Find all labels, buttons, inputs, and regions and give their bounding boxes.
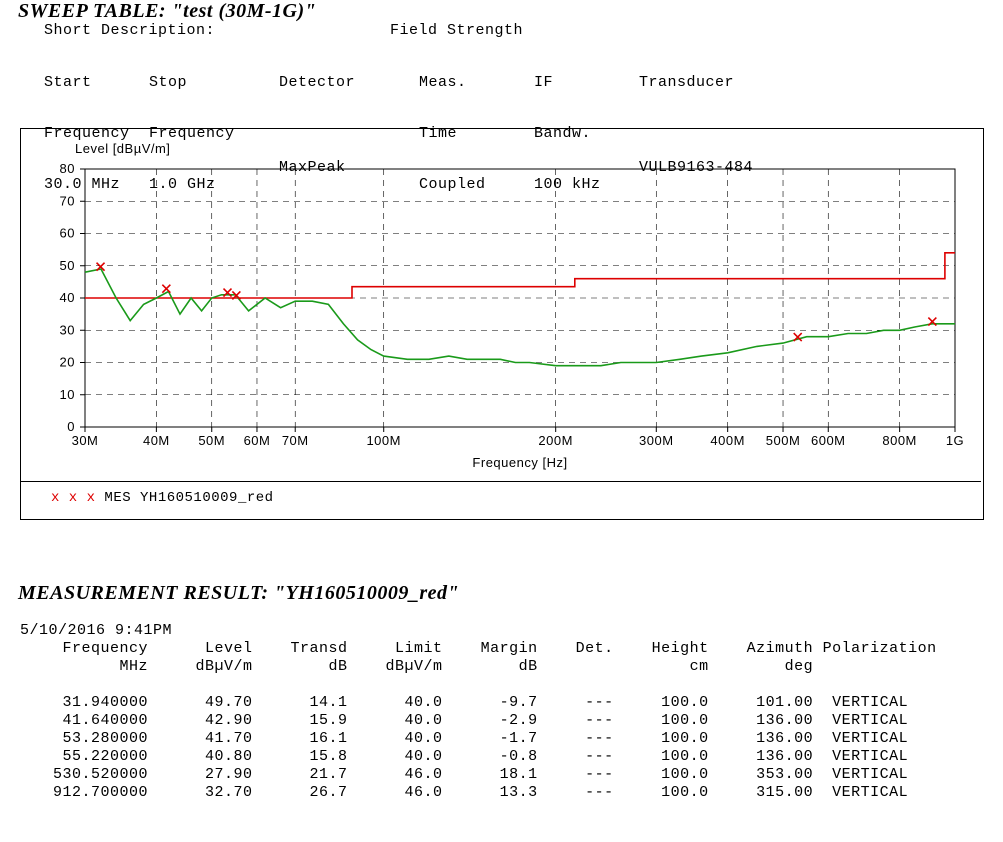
- svg-text:500M: 500M: [766, 433, 801, 448]
- legend-marker: x x x: [51, 490, 96, 506]
- svg-text:80: 80: [60, 161, 75, 176]
- legend-label: MES YH160510009_red: [104, 490, 273, 506]
- col-meas-h1: Meas.: [419, 74, 534, 91]
- svg-text:60M: 60M: [244, 433, 271, 448]
- short-description-value: Field Strength: [390, 22, 523, 39]
- svg-text:50M: 50M: [198, 433, 225, 448]
- chart-legend: x x x MES YH160510009_red: [21, 481, 981, 518]
- svg-text:400M: 400M: [710, 433, 745, 448]
- measurement-table-units: MHz dBµV/m dB dBµV/m dB cm deg: [34, 658, 965, 675]
- svg-text:Frequency [Hz]: Frequency [Hz]: [472, 455, 567, 470]
- svg-text:300M: 300M: [639, 433, 674, 448]
- svg-text:20: 20: [60, 355, 75, 370]
- col-stop-h1: Stop: [149, 74, 279, 91]
- measurement-table-header: Frequency Level Transd Limit Margin Det.…: [34, 640, 965, 657]
- col-start-h1: Start: [44, 74, 149, 91]
- svg-text:1G: 1G: [946, 433, 964, 448]
- col-trans-h1: Transducer: [639, 74, 753, 91]
- svg-text:800M: 800M: [882, 433, 917, 448]
- measurement-table-body: 31.940000 49.70 14.1 40.0 -9.7 --- 100.0…: [34, 694, 965, 802]
- svg-text:100M: 100M: [366, 433, 401, 448]
- svg-text:30: 30: [60, 322, 75, 337]
- svg-text:30M: 30M: [72, 433, 99, 448]
- emc-chart: 0 10 20 30 40 50 60 70 80 30M 40M 50M 60M 70M 100M 200M…: [20, 128, 984, 520]
- measurement-result-title: MEASUREMENT RESULT: "YH160510009_red": [18, 582, 459, 605]
- svg-text:60: 60: [60, 226, 75, 241]
- svg-text:40: 40: [60, 290, 75, 305]
- svg-text:70: 70: [60, 193, 75, 208]
- measurement-timestamp: 5/10/2016 9:41PM: [20, 622, 172, 639]
- svg-text:200M: 200M: [538, 433, 573, 448]
- svg-text:70M: 70M: [282, 433, 309, 448]
- sweep-table-title: SWEEP TABLE: "test (30M-1G)": [18, 0, 316, 23]
- short-description-label: Short Description:: [44, 22, 215, 39]
- svg-text:40M: 40M: [143, 433, 170, 448]
- svg-text:10: 10: [60, 387, 75, 402]
- col-if-h1: IF: [534, 74, 639, 91]
- svg-text:0: 0: [67, 419, 75, 434]
- svg-text:600M: 600M: [811, 433, 846, 448]
- svg-text:Level [dBµV/m]: Level [dBµV/m]: [75, 141, 170, 156]
- svg-text:50: 50: [60, 258, 75, 273]
- col-det-h1: Detector: [279, 74, 419, 91]
